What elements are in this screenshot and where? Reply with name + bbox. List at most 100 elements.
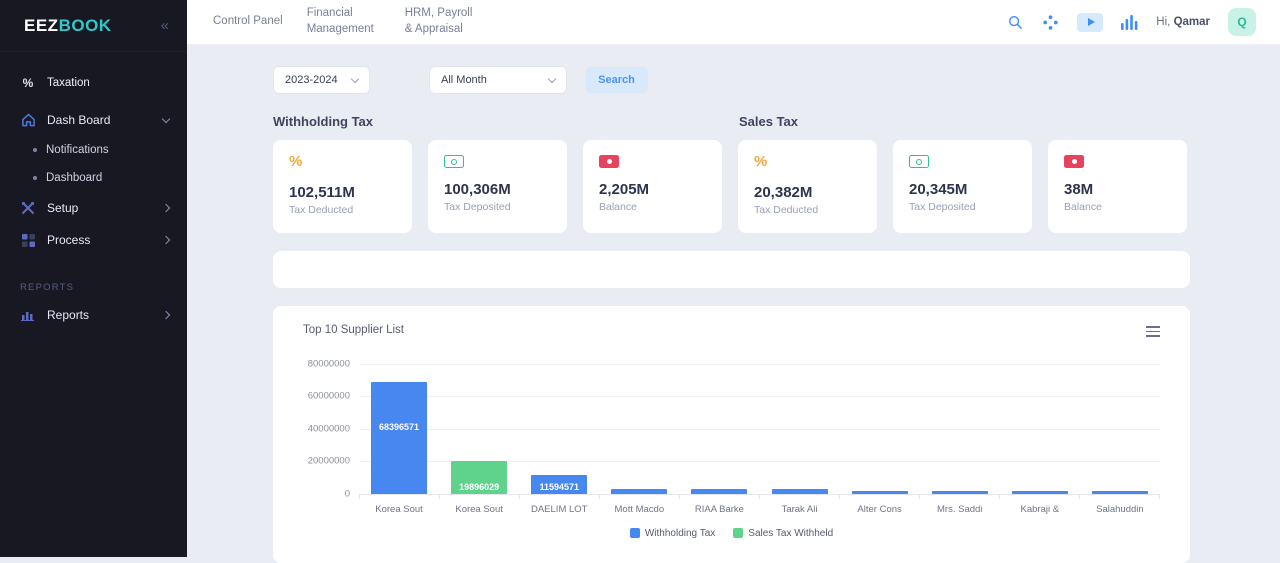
y-axis-tick-label: 20000000 [308,456,359,467]
month-select-value: All Month [441,74,487,86]
module-tabs: Control Panel Financial Management HRM, … [187,6,479,37]
x-axis-category-label: Alter Cons [840,504,920,515]
gridline [359,494,1160,495]
play-button[interactable] [1077,13,1103,32]
logo-text-secondary: BOOK [59,16,112,35]
bar-value-label: 19896029 [451,482,507,492]
card-value: 2,205M [599,181,706,198]
legend-swatch [630,528,640,538]
bar-slot [679,364,759,494]
card-st-tax-deducted: % 20,382M Tax Deducted [738,140,877,233]
chart-x-labels: Korea SoutKorea SoutDAELIM LOTMott Macdo… [359,504,1160,515]
sidebar-menu: Dash Board Notifications Dashboard Setup… [0,104,187,331]
card-wht-tax-deducted: % 102,511M Tax Deducted [273,140,412,233]
home-icon [20,113,36,127]
chart-header: Top 10 Supplier List [303,324,1160,340]
chart-bar[interactable]: 68396571 [371,382,427,493]
logo-text-primary: EEZ [24,16,59,35]
card-value: 102,511M [289,184,396,201]
chart-bar[interactable] [932,491,988,493]
chart-bar[interactable] [852,491,908,493]
month-select[interactable]: All Month [429,66,567,94]
chart-bar[interactable] [691,489,747,493]
sidebar-item-process[interactable]: Process [0,224,187,256]
card-label: Tax Deposited [444,201,551,213]
x-axis-category-label: Korea Sout [359,504,439,515]
percent-icon: % [754,153,767,170]
withholding-tax-title: Withholding Tax [273,114,739,129]
header-actions: Hi, Qamar Q [1007,8,1280,36]
percent-icon: % [289,153,302,170]
chart-bar[interactable] [1092,491,1148,493]
sidebar-item-reports[interactable]: Reports [0,299,187,331]
stats-bars-icon[interactable] [1121,15,1138,30]
cash-outline-icon [909,155,929,168]
sidebar: EEZBOOK « % Taxation Dash Board Notifica… [0,0,187,557]
chart-bar[interactable]: 19896029 [451,461,507,493]
cash-filled-icon [599,155,619,168]
legend-item[interactable]: Sales Tax Withheld [733,528,833,539]
top-header: Control Panel Financial Management HRM, … [187,0,1280,45]
x-axis-category-label: Mrs. Saddi [920,504,1000,515]
chart-menu-icon[interactable] [1146,324,1160,340]
sidebar-collapse-icon[interactable]: « [161,17,169,34]
chevron-down-icon [548,74,556,82]
bar-slot [920,364,1000,494]
bullet-icon [33,176,37,180]
chart-plot-area: 683965711989602911594571 020000000400000… [359,364,1160,494]
sidebar-item-notifications[interactable]: Notifications [0,136,187,164]
chevron-right-icon [162,236,170,244]
chart-bar[interactable] [1012,491,1068,493]
process-grid-icon [20,234,36,247]
sidebar-subitem-label: Notifications [46,144,109,156]
sidebar-item-label: Process [47,233,152,247]
legend-item[interactable]: Withholding Tax [630,528,715,539]
bullet-icon [33,148,37,152]
sidebar-item-label: Reports [47,308,152,322]
x-axis-category-label: Tarak Ali [759,504,839,515]
chevron-down-icon [351,74,359,82]
x-axis-category-label: Korea Sout [439,504,519,515]
bar-value-label: 68396571 [371,422,427,432]
card-st-tax-deposited: 20,345M Tax Deposited [893,140,1032,233]
bar-slot [840,364,920,494]
chevron-down-icon [162,114,170,122]
main-content: 2023-2024 All Month Search Withholding T… [187,45,1280,557]
bar-slot: 68396571 [359,364,439,494]
tab-hrm-payroll[interactable]: HRM, Payroll & Appraisal [405,6,479,37]
legend-swatch [733,528,743,538]
chevron-right-icon [162,204,170,212]
apps-dots-icon[interactable] [1042,14,1059,31]
sidebar-item-dashboard[interactable]: Dash Board [0,104,187,136]
sidebar-section-label: Taxation [47,77,90,89]
year-select[interactable]: 2023-2024 [273,66,370,94]
card-value: 20,382M [754,184,861,201]
legend-label: Withholding Tax [645,528,715,539]
sidebar-item-setup[interactable]: Setup [0,192,187,224]
play-icon [1088,18,1095,26]
bar-slot [759,364,839,494]
y-axis-tick-label: 60000000 [308,391,359,402]
avatar[interactable]: Q [1228,8,1256,36]
chart-bar[interactable] [611,489,667,493]
sidebar-item-dashboard-sub[interactable]: Dashboard [0,164,187,192]
card-wht-tax-deposited: 100,306M Tax Deposited [428,140,567,233]
bar-slot [599,364,679,494]
chart-bar[interactable] [772,489,828,493]
legend-label: Sales Tax Withheld [748,528,833,539]
kpi-cards: % 102,511M Tax Deducted 100,306M Tax Dep… [273,140,1190,233]
card-value: 100,306M [444,181,551,198]
cash-filled-icon [1064,155,1084,168]
sidebar-section-taxation: % Taxation [0,76,187,90]
tab-financial-management[interactable]: Financial Management [307,6,381,37]
card-label: Tax Deducted [289,204,396,216]
sidebar-item-label: Setup [47,201,152,215]
tab-control-panel[interactable]: Control Panel [213,14,283,30]
card-value: 38M [1064,181,1171,198]
chart-legend: Withholding Tax Sales Tax Withheld [303,528,1160,539]
chart-bar[interactable]: 11594571 [531,475,587,494]
section-titles: Withholding Tax Sales Tax [273,114,1190,129]
search-icon[interactable] [1007,14,1024,31]
search-button[interactable]: Search [585,67,648,93]
bar-slot [1000,364,1080,494]
